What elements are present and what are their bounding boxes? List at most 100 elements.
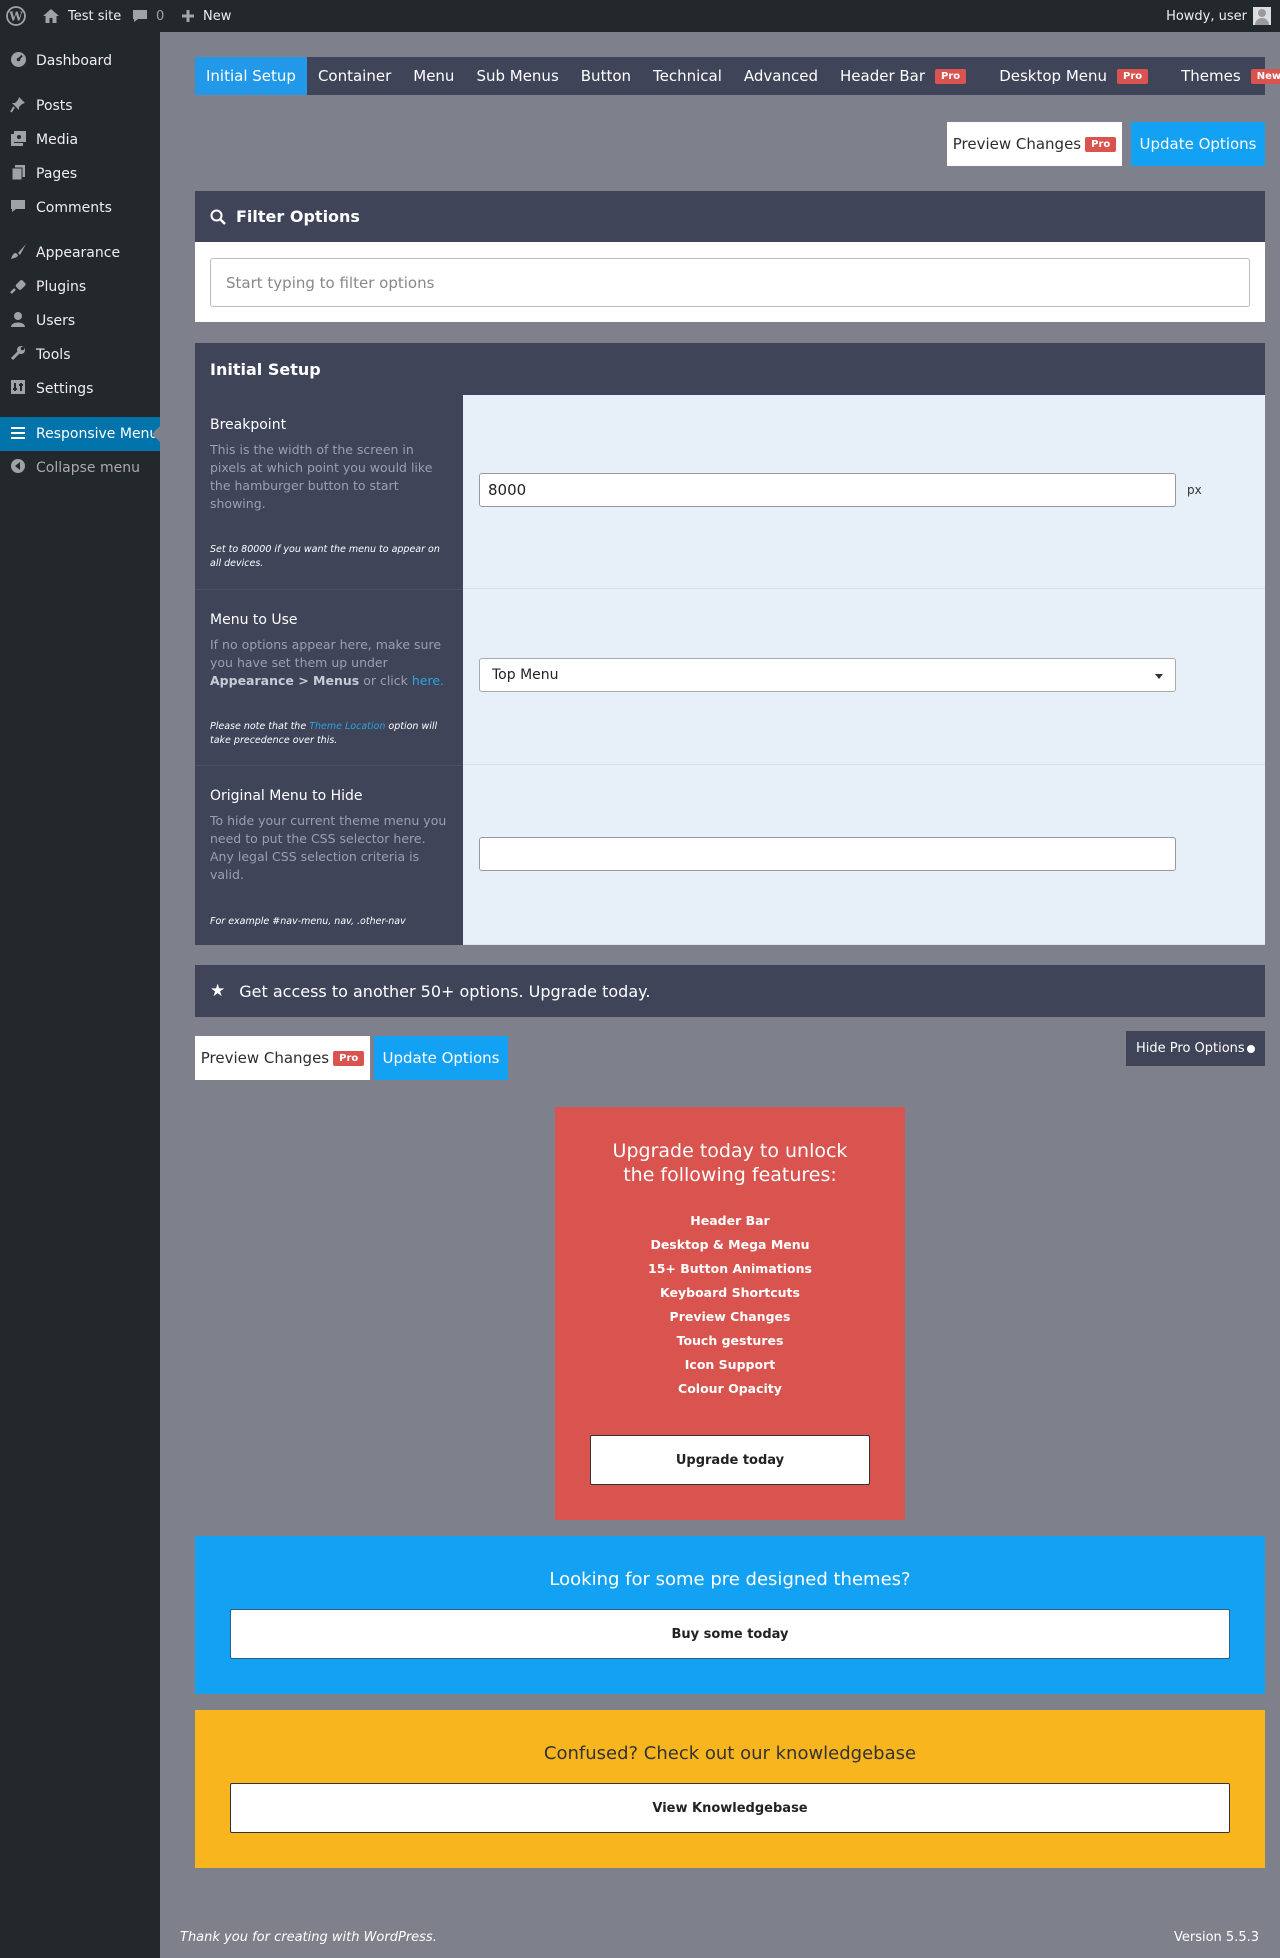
unit-label: px — [1187, 483, 1202, 497]
sidebar-item-label: Pages — [36, 166, 78, 182]
sidebar-item-label: Appearance — [36, 245, 121, 261]
appearance-menus-text: Appearance > Menus — [210, 673, 360, 688]
tab-technical[interactable]: Technical — [642, 57, 733, 95]
preview-label: Preview Changes — [952, 135, 1082, 153]
filter-body — [195, 242, 1265, 322]
feature-item: Header Bar — [690, 1213, 770, 1228]
tab-label: Button — [580, 67, 632, 85]
plus-icon — [182, 10, 194, 22]
filter-title: Filter Options — [236, 207, 360, 226]
update-options-button[interactable]: Update Options — [1131, 122, 1265, 166]
sidebar-item-label: Tools — [36, 347, 71, 363]
sidebar-item-appearance[interactable]: Appearance — [0, 236, 160, 270]
option-note: Set to 80000 if you want the menu to app… — [210, 544, 440, 569]
sidebar-item-settings[interactable]: Settings — [0, 372, 160, 406]
option-label-panel: Breakpoint This is the width of the scre… — [195, 395, 463, 589]
preview-changes-button[interactable]: Preview Changes Pro — [947, 122, 1122, 166]
sidebar-item-dashboard[interactable]: Dashboard — [0, 44, 160, 78]
promo-text: Get access to another 50+ options. Upgra… — [239, 981, 651, 1001]
tab-label: Header Bar — [840, 67, 926, 85]
sidebar-item-posts[interactable]: Posts — [0, 89, 160, 123]
tab-sub-menus[interactable]: Sub Menus — [465, 57, 569, 95]
upgrade-promo-bar[interactable]: ★ Get access to another 50+ options. Upg… — [195, 965, 1265, 1017]
hide-pro-options-toggle[interactable]: Hide Pro Options — [1126, 1031, 1265, 1066]
sidebar-item-label: Dashboard — [36, 53, 112, 69]
option-row-breakpoint: Breakpoint This is the width of the scre… — [195, 395, 1265, 589]
option-description: If no options appear here, make sure you… — [210, 636, 448, 690]
sidebar-item-label: Collapse menu — [36, 460, 140, 476]
site-name: Test site — [68, 8, 122, 24]
tab-header-bar[interactable]: Header Bar Pro — [829, 57, 988, 95]
option-label-panel: Menu to Use If no options appear here, m… — [195, 589, 463, 765]
hamburger-icon — [0, 425, 36, 443]
css-selector-input[interactable] — [479, 837, 1176, 871]
upgrade-button-label: Upgrade today — [675, 1452, 785, 1468]
tab-label: Sub Menus — [476, 67, 559, 85]
home-icon — [43, 9, 59, 23]
avatar — [1253, 7, 1271, 25]
pages-icon — [0, 164, 36, 185]
sidebar-item-plugins[interactable]: Plugins — [0, 270, 160, 304]
sidebar-item-comments[interactable]: Comments — [0, 191, 160, 225]
comments-link[interactable]: 0 — [132, 0, 164, 32]
tab-button[interactable]: Button — [570, 57, 642, 95]
preview-changes-button[interactable]: Preview Changes Pro — [195, 1036, 370, 1080]
tab-advanced[interactable]: Advanced — [733, 57, 829, 95]
tab-initial-setup[interactable]: Initial Setup — [195, 57, 307, 95]
option-description: This is the width of the screen in pixel… — [210, 442, 433, 511]
themes-promo-band: Looking for some pre designed themes? Bu… — [195, 1536, 1265, 1694]
search-icon — [210, 209, 226, 225]
upgrade-card-title: Upgrade today to unlock the following fe… — [612, 1140, 848, 1186]
new-badge: New — [1250, 68, 1280, 84]
upgrade-today-button[interactable]: Upgrade today — [590, 1435, 870, 1485]
feature-item: Keyboard Shortcuts — [660, 1285, 800, 1300]
description-text: or click — [363, 673, 408, 688]
new-content-link[interactable]: New — [181, 0, 231, 32]
sidebar-item-responsive-menu[interactable]: Responsive Menu — [0, 417, 160, 451]
tab-themes[interactable]: Themes New — [1170, 57, 1280, 95]
sidebar-collapse-menu[interactable]: Collapse menu — [0, 451, 160, 485]
feature-item: 15+ Button Animations — [648, 1261, 812, 1276]
update-options-button[interactable]: Update Options — [374, 1036, 508, 1080]
here-link[interactable]: here. — [412, 673, 444, 688]
tab-label: Container — [317, 67, 392, 85]
menu-select[interactable]: Top Menu — [479, 658, 1176, 692]
note-text: Please note that the — [210, 721, 307, 732]
settings-tabs: Initial Setup Container Menu Sub Menus B… — [195, 57, 1280, 95]
kb-button-label: View Knowledgebase — [652, 1800, 808, 1816]
upgrade-card: Upgrade today to unlock the following fe… — [555, 1107, 905, 1520]
sidebar-item-users[interactable]: Users — [0, 304, 160, 338]
tab-label: Advanced — [743, 67, 818, 85]
site-name-link[interactable]: Test site — [42, 0, 121, 32]
view-knowledgebase-button[interactable]: View Knowledgebase — [230, 1783, 1230, 1833]
sidebar-item-media[interactable]: Media — [0, 123, 160, 157]
wordpress-logo-icon[interactable]: W — [6, 0, 26, 32]
kb-band-title: Confused? Check out our knowledgebase — [543, 1743, 917, 1764]
tab-menu[interactable]: Menu — [402, 57, 465, 95]
chevron-down-icon — [1155, 674, 1163, 679]
sidebar-item-tools[interactable]: Tools — [0, 338, 160, 372]
breakpoint-input[interactable] — [479, 473, 1176, 507]
pro-badge: Pro — [333, 1050, 365, 1066]
option-row-menu-to-use: Menu to Use If no options appear here, m… — [195, 589, 1265, 765]
my-account-link[interactable]: Howdy, user — [1166, 0, 1271, 32]
sidebar-item-pages[interactable]: Pages — [0, 157, 160, 191]
tab-label: Desktop Menu — [999, 67, 1107, 85]
admin-sidebar: Dashboard Posts Media Pages Comments App… — [0, 32, 160, 1958]
knowledgebase-band: Confused? Check out our knowledgebase Vi… — [195, 1710, 1265, 1868]
pro-badge: Pro — [935, 68, 967, 84]
option-note: Please note that the Theme Location opti… — [210, 720, 450, 748]
tab-container[interactable]: Container — [307, 57, 402, 95]
tab-label: Initial Setup — [206, 67, 296, 85]
tab-desktop-menu[interactable]: Desktop Menu Pro — [988, 57, 1170, 95]
themes-band-title: Looking for some pre designed themes? — [549, 1569, 911, 1590]
option-row-original-menu-hide: Original Menu to Hide To hide your curre… — [195, 765, 1265, 945]
theme-location-link[interactable]: Theme Location — [309, 721, 385, 732]
buy-button-label: Buy some today — [671, 1626, 789, 1642]
preview-label: Preview Changes — [200, 1049, 330, 1067]
feature-item: Touch gestures — [676, 1333, 784, 1348]
tab-label: Menu — [413, 67, 455, 85]
filter-input[interactable] — [210, 258, 1250, 307]
buy-themes-button[interactable]: Buy some today — [230, 1609, 1230, 1659]
section-title: Initial Setup — [210, 359, 321, 379]
